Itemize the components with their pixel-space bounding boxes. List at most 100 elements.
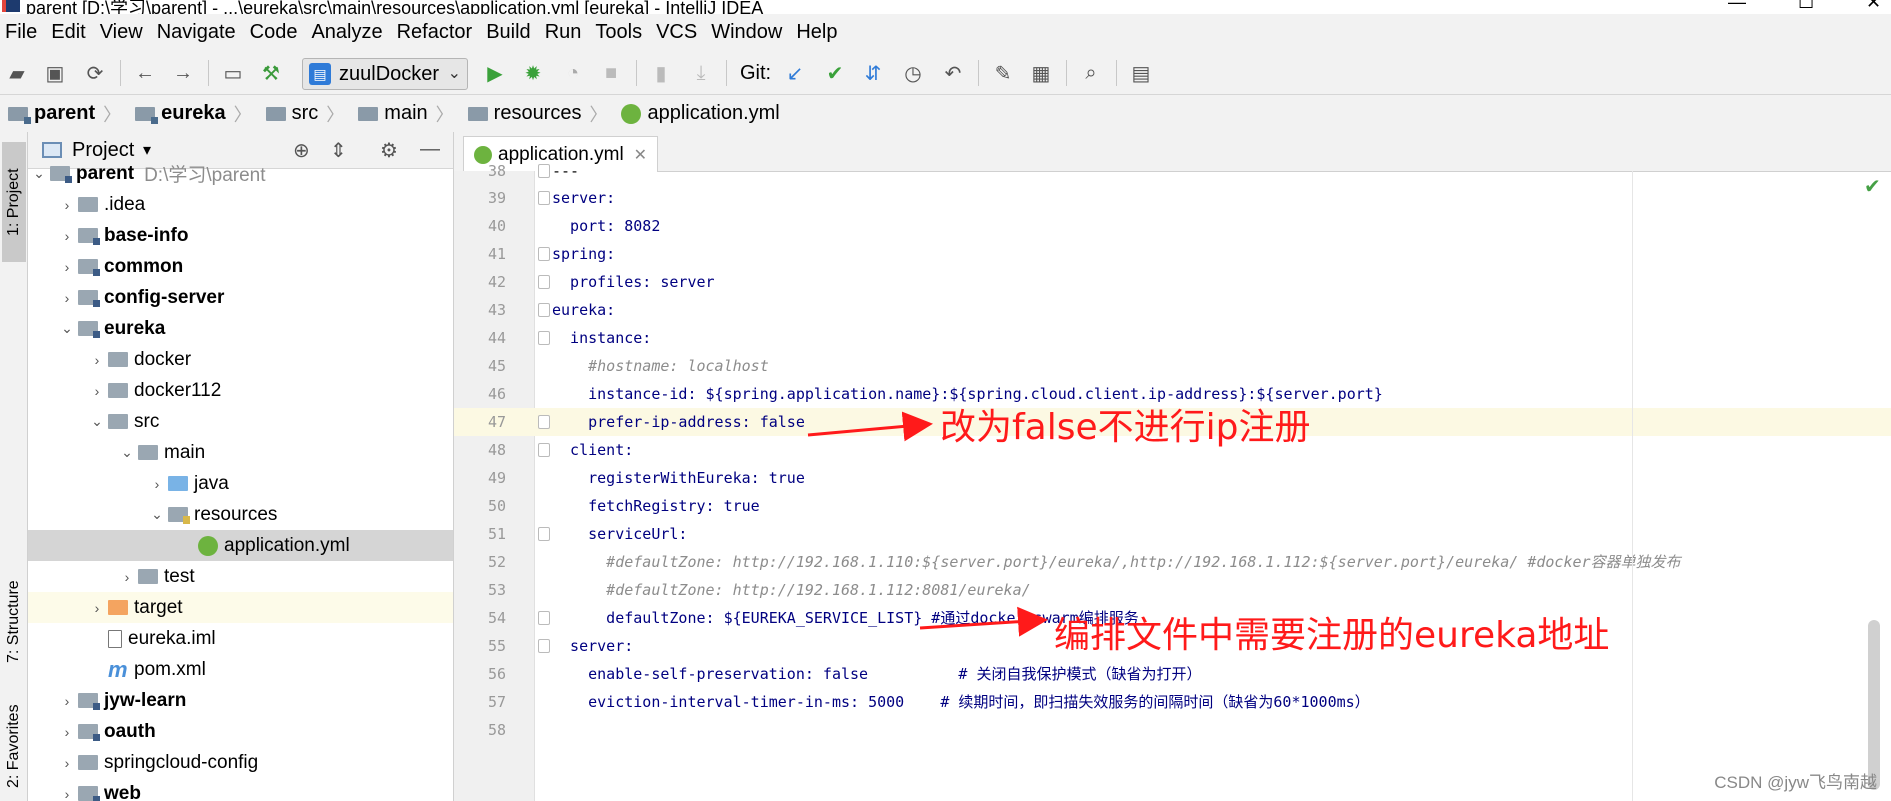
tree-item-docker[interactable]: › docker — [28, 344, 453, 375]
folder-icon — [78, 197, 98, 212]
code-line[interactable]: 58 — [454, 716, 1891, 744]
tree-item-test[interactable]: › test — [28, 561, 453, 592]
code-line[interactable]: 45 #hostname: localhost — [454, 352, 1891, 380]
code-line[interactable]: 51 serviceUrl: — [454, 520, 1891, 548]
tree-item-eureka[interactable]: ⌄ eureka — [28, 313, 453, 344]
code-line[interactable]: 56 enable-self-preservation: false # 关闭自… — [454, 660, 1891, 688]
code-line[interactable]: 43 eureka: — [454, 296, 1891, 324]
code-line[interactable]: 42 profiles: server — [454, 268, 1891, 296]
save-icon[interactable]: ▣ — [42, 60, 68, 86]
history-icon[interactable]: ◷ — [900, 60, 926, 86]
breadcrumb-parent[interactable]: parent 〉 — [0, 101, 127, 127]
stop-icon[interactable]: ■ — [598, 60, 624, 86]
tree-item-src[interactable]: ⌄ src — [28, 406, 453, 437]
code-line[interactable]: 53 #defaultZone: http://192.168.1.112:80… — [454, 576, 1891, 604]
attach-icon[interactable]: ▮ — [648, 60, 674, 86]
tree-item-jyw-learn[interactable]: › jyw-learn — [28, 685, 453, 716]
iml-file-icon — [108, 629, 122, 648]
code-line[interactable]: 39 server: — [454, 184, 1891, 212]
excluded-folder-icon — [108, 600, 128, 615]
menu-build[interactable]: Build — [481, 21, 539, 44]
tree-item-target[interactable]: › target — [28, 592, 453, 623]
menu-help[interactable]: Help — [791, 21, 846, 44]
presentation-icon[interactable]: ▤ — [1128, 60, 1154, 86]
git-label: Git: — [740, 62, 772, 84]
project-structure-icon[interactable]: ▦ — [1028, 60, 1054, 86]
menu-vcs[interactable]: VCS — [651, 21, 706, 44]
menu-run[interactable]: Run — [540, 21, 591, 44]
tree-item-config-server[interactable]: › config-server — [28, 282, 453, 313]
open-folder-icon[interactable]: ▰ — [4, 60, 30, 86]
menu-window[interactable]: Window — [706, 21, 791, 44]
settings-wrench-icon[interactable]: ✎ — [990, 60, 1016, 86]
chevron-down-icon[interactable]: ▾ — [143, 140, 151, 160]
tree-item-web[interactable]: › web — [28, 778, 453, 801]
minimize-icon[interactable]: — — [1728, 0, 1746, 13]
menu-bar: File Edit View Navigate Code Analyze Ref… — [0, 14, 1891, 50]
run-icon[interactable]: ▶ — [482, 60, 508, 86]
menu-tools[interactable]: Tools — [590, 21, 651, 44]
coverage-icon[interactable]: ◔ — [560, 60, 586, 86]
tree-item-docker112[interactable]: › docker112 — [28, 375, 453, 406]
code-line[interactable]: 41 spring: — [454, 240, 1891, 268]
menu-file[interactable]: File — [0, 21, 46, 44]
tree-item-pom-xml[interactable]: m pom.xml — [28, 654, 453, 685]
code-line[interactable]: 50 fetchRegistry: true — [454, 492, 1891, 520]
menu-navigate[interactable]: Navigate — [152, 21, 245, 44]
menu-edit[interactable]: Edit — [46, 21, 94, 44]
tree-item-common[interactable]: › common — [28, 251, 453, 282]
maximize-icon[interactable]: ☐ — [1798, 0, 1814, 13]
git-update-icon[interactable]: ↙ — [782, 60, 808, 86]
git-compare-icon[interactable]: ⇵ — [860, 60, 886, 86]
menu-refactor[interactable]: Refactor — [392, 21, 482, 44]
breadcrumb-resources[interactable]: resources 〉 — [460, 101, 614, 127]
tree-item-parent[interactable]: ⌄ parent D:\学习\parent — [28, 158, 453, 189]
editor-scrollbar[interactable] — [1868, 620, 1880, 790]
tree-item-application-yml[interactable]: application.yml — [28, 530, 453, 561]
title-bar: parent [D:\学习\parent] - ...\eureka\src\m… — [0, 0, 1891, 14]
code-area[interactable]: 38 --- 39 server: 40 port: 8082 41 spring: … — [454, 162, 1891, 801]
close-icon[interactable]: ✕ — [1866, 0, 1881, 13]
menu-analyze[interactable]: Analyze — [306, 21, 391, 44]
search-icon[interactable]: ⌕ — [1078, 60, 1104, 86]
main-toolbar: ▰ ▣ ⟳ ← → ▭ ⚒ ▤ zuulDocker ⌄ ▶ ✹ ◔ ■ ▮ ⤓… — [0, 52, 1891, 95]
breadcrumb-eureka[interactable]: eureka 〉 — [127, 101, 258, 127]
code-line[interactable]: 52 #defaultZone: http://192.168.1.110:${… — [454, 548, 1891, 576]
tree-item-base-info[interactable]: › base-info — [28, 220, 453, 251]
annotation-text-1: 改为false不进行ip注册 — [940, 407, 1311, 448]
debug-icon[interactable]: ✹ — [520, 60, 546, 86]
back-icon[interactable]: ← — [132, 60, 158, 86]
window-title: parent [D:\学习\parent] - ...\eureka\src\m… — [26, 0, 764, 14]
tree-item-springcloud-config[interactable]: › springcloud-config — [28, 747, 453, 778]
maven-icon: m — [108, 657, 128, 682]
tree-item-resources[interactable]: ⌄ resources — [28, 499, 453, 530]
git-commit-icon[interactable]: ✔ — [822, 60, 848, 86]
sync-icon[interactable]: ⟳ — [82, 60, 108, 86]
tree-item-main[interactable]: ⌄ main — [28, 437, 453, 468]
layout-icon[interactable]: ▭ — [220, 60, 246, 86]
tab-favorites[interactable]: 2: Favorites — [2, 692, 26, 801]
rollback-icon[interactable]: ↶ — [940, 60, 966, 86]
folder-icon — [138, 569, 158, 584]
code-line[interactable]: 40 port: 8082 — [454, 212, 1891, 240]
tab-structure[interactable]: 7: Structure — [2, 562, 26, 682]
build-hammer-icon[interactable]: ⚒ — [258, 60, 284, 86]
tree-item-idea[interactable]: › .idea — [28, 189, 453, 220]
tree-item-java[interactable]: › java — [28, 468, 453, 499]
breadcrumb-main[interactable]: main 〉 — [350, 101, 459, 127]
code-line[interactable]: 38 --- — [454, 157, 1891, 185]
menu-view[interactable]: View — [95, 21, 152, 44]
menu-code[interactable]: Code — [245, 21, 307, 44]
run-configuration-select[interactable]: ▤ zuulDocker ⌄ — [302, 58, 468, 90]
code-line[interactable]: 49 registerWithEureka: true — [454, 464, 1891, 492]
breadcrumb-src[interactable]: src 〉 — [258, 101, 351, 127]
inspection-ok-icon[interactable]: ✔ — [1864, 174, 1881, 199]
tree-item-eureka-iml[interactable]: eureka.iml — [28, 623, 453, 654]
code-line[interactable]: 57 eviction-interval-timer-in-ms: 5000 #… — [454, 688, 1891, 716]
tree-item-oauth[interactable]: › oauth — [28, 716, 453, 747]
tab-project[interactable]: 1: Project — [2, 142, 26, 262]
code-line[interactable]: 44 instance: — [454, 324, 1891, 352]
breadcrumb-application-yml[interactable]: application.yml — [613, 102, 785, 125]
download-icon[interactable]: ⤓ — [688, 60, 714, 86]
forward-icon[interactable]: → — [170, 60, 196, 86]
